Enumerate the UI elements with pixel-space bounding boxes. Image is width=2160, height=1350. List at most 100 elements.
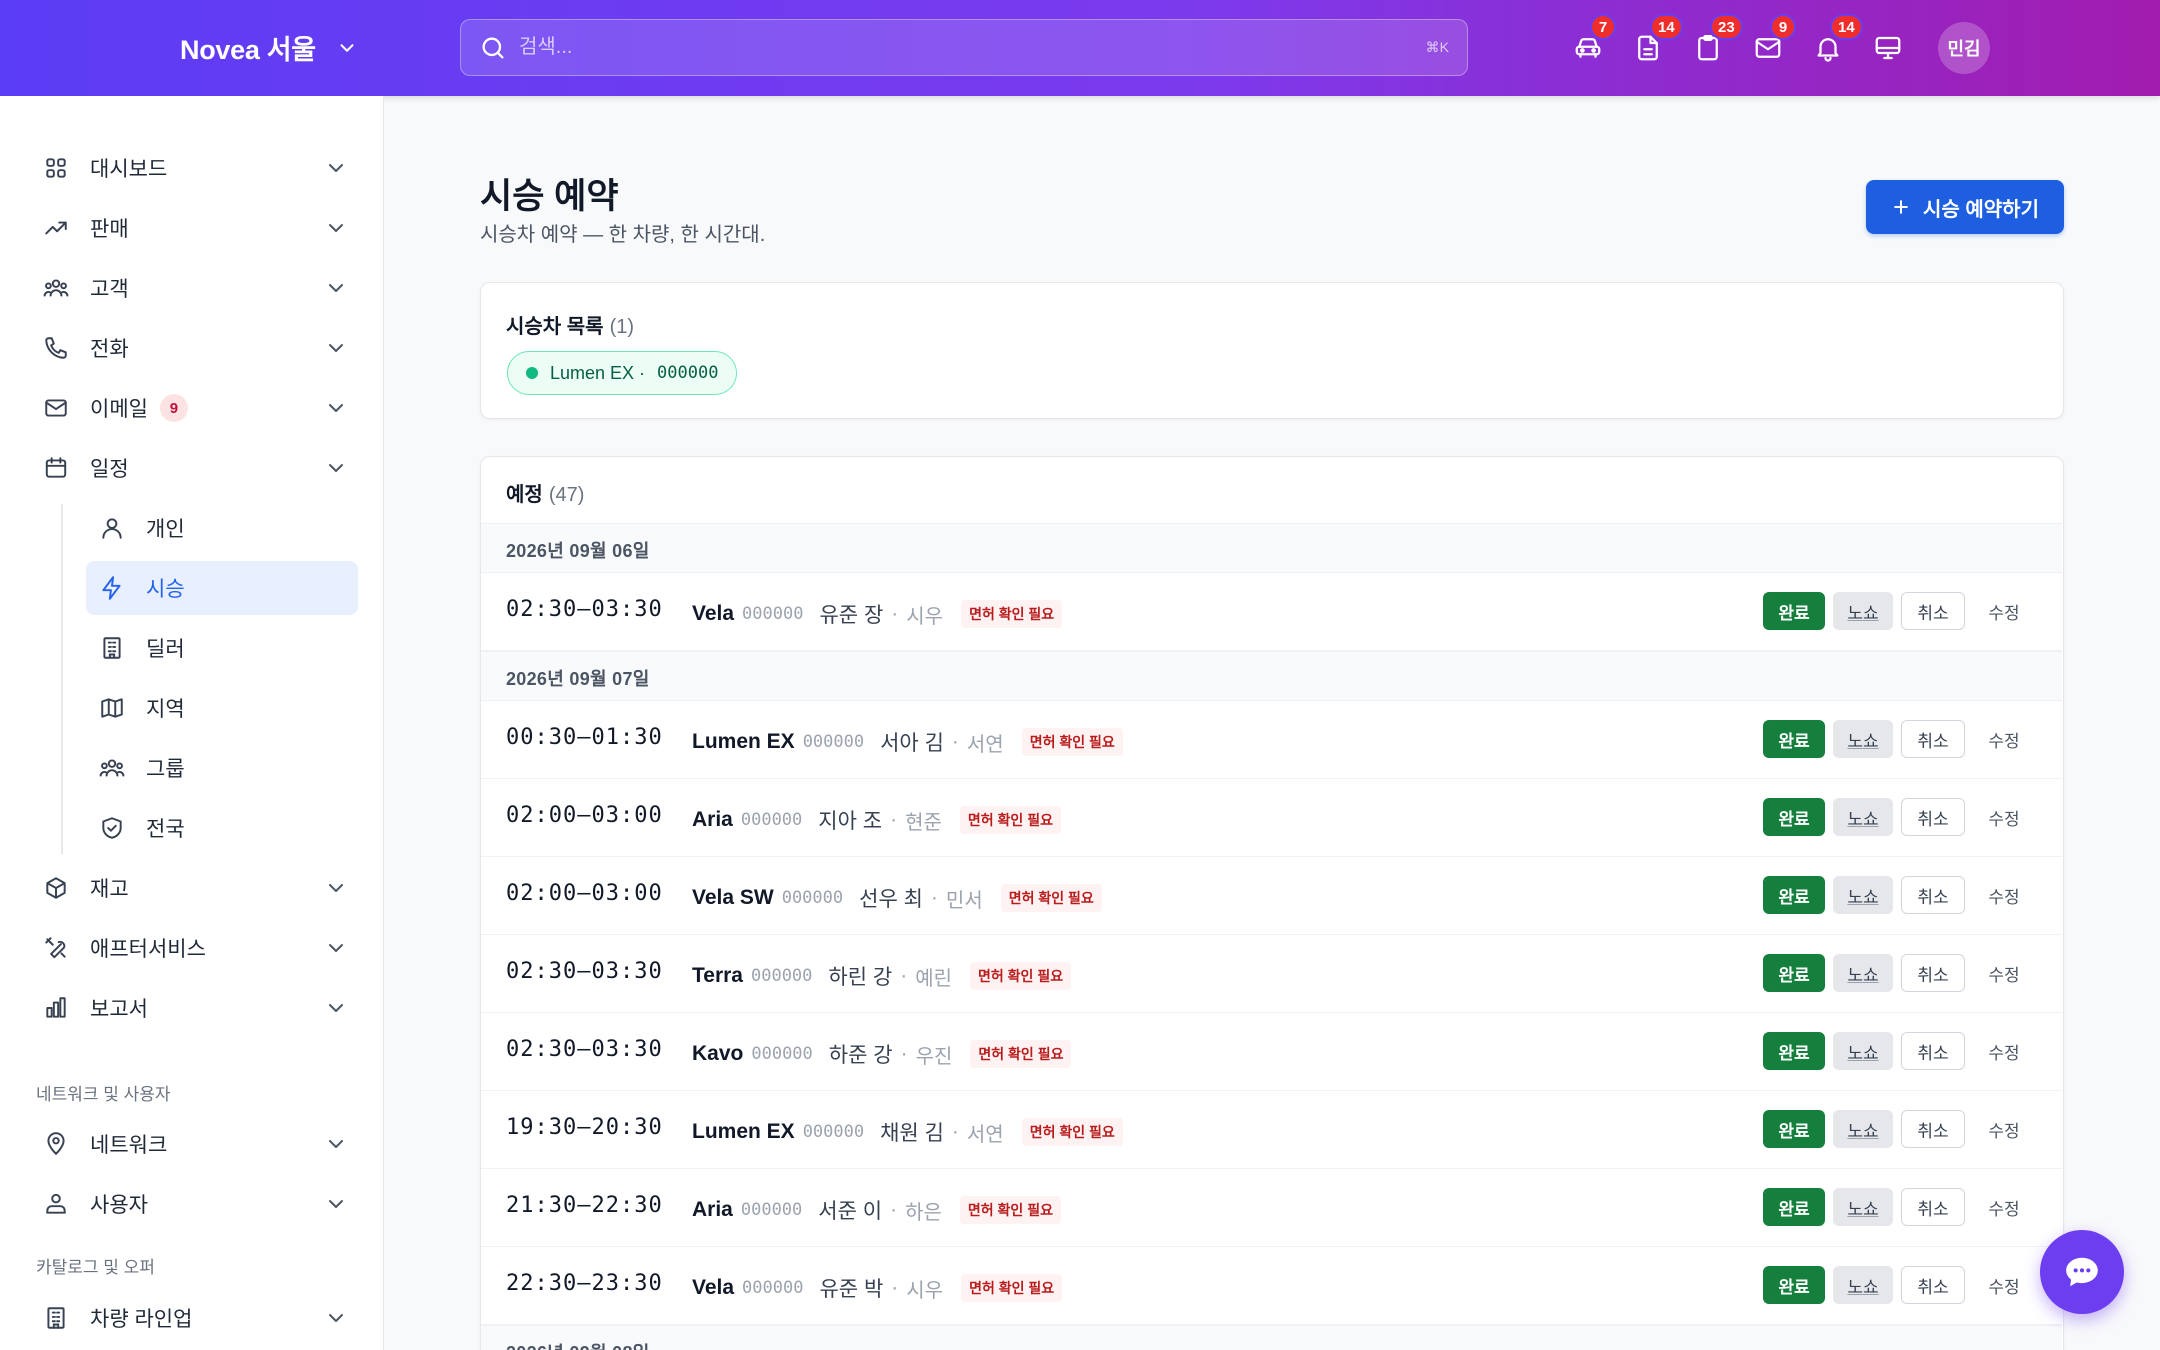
edit-button[interactable]: 수정	[1973, 1032, 2035, 1070]
sidebar-item-dashboard[interactable]: 대시보드	[30, 141, 360, 195]
customer-name: 선우 최	[859, 888, 923, 911]
search-input[interactable]	[519, 36, 1426, 59]
new-test-drive-button[interactable]: 시승 예약하기	[1866, 180, 2064, 234]
sidebar-item-national[interactable]: 전국	[86, 801, 358, 855]
cancel-button[interactable]: 취소	[1901, 720, 1965, 758]
sidebar-item-region[interactable]: 지역	[86, 681, 358, 735]
license-warning-badge: 면허 확인 필요	[1021, 728, 1123, 756]
vehicle-vin: 000000	[742, 1278, 804, 1298]
no-show-button[interactable]: 노쇼	[1833, 1110, 1893, 1148]
documents-button[interactable]: 14	[1630, 14, 1683, 68]
edit-button[interactable]: 수정	[1973, 1188, 2035, 1226]
sidebar-item-schedule[interactable]: 일정	[30, 441, 360, 495]
sidebar-item-customers[interactable]: 고객	[30, 261, 360, 315]
tasks-button[interactable]: 23	[1690, 14, 1743, 68]
sidebar-item-email[interactable]: 이메일 9	[30, 381, 360, 435]
booking-row: 02:30–03:30 Kavo 000000 하준 강 · 우진 면허 확인 …	[481, 1013, 2062, 1091]
sidebar-item-sales[interactable]: 판매	[30, 201, 360, 255]
booking-time: 19:30–20:30	[506, 1115, 663, 1140]
cancel-button[interactable]: 취소	[1901, 592, 1965, 630]
no-show-button[interactable]: 노쇼	[1833, 876, 1893, 914]
sidebar-item-inventory[interactable]: 재고	[30, 861, 360, 915]
avatar[interactable]: 민김	[1938, 22, 1990, 74]
customer-name: 서준 이	[818, 1200, 883, 1223]
unread-badge: 9	[159, 394, 188, 422]
user-group-icon	[42, 1190, 70, 1218]
box-icon	[42, 874, 70, 902]
edit-button[interactable]: 수정	[1973, 1266, 2035, 1304]
complete-button[interactable]: 완료	[1763, 1032, 1825, 1070]
chevron-down-icon	[324, 336, 348, 360]
vehicle-vin: 000000	[740, 1200, 803, 1220]
vehicles-button[interactable]: 7	[1570, 14, 1616, 68]
vehicle-model: Terra	[692, 964, 743, 987]
users-icon	[42, 274, 70, 302]
cancel-button[interactable]: 취소	[1901, 1110, 1965, 1148]
notification-badge: 7	[1590, 14, 1616, 40]
vehicle-vin: 000000	[751, 1044, 813, 1064]
separator: ·	[930, 886, 938, 909]
edit-button[interactable]: 수정	[1973, 954, 2035, 992]
sidebar-item-users[interactable]: 사용자	[30, 1177, 360, 1231]
complete-button[interactable]: 완료	[1763, 876, 1825, 914]
edit-button[interactable]: 수정	[1973, 720, 2035, 758]
dealer-switcher[interactable]: Novea 서울	[180, 28, 358, 67]
vehicle-vin: 000000	[802, 732, 865, 752]
sidebar-item-dealer[interactable]: 딜러	[86, 621, 358, 675]
chevron-down-icon	[324, 936, 348, 960]
complete-button[interactable]: 완료	[1763, 592, 1825, 630]
cancel-button[interactable]: 취소	[1901, 954, 1965, 992]
complete-button[interactable]: 완료	[1763, 798, 1825, 836]
display-button[interactable]	[1870, 28, 1906, 68]
edit-button[interactable]: 수정	[1973, 876, 2035, 914]
no-show-button[interactable]: 노쇼	[1833, 1266, 1893, 1304]
sidebar-item-label: 전화	[90, 338, 129, 361]
edit-button[interactable]: 수정	[1973, 592, 2035, 630]
complete-button[interactable]: 완료	[1763, 1188, 1825, 1226]
cancel-button[interactable]: 취소	[1901, 798, 1965, 836]
complete-button[interactable]: 완료	[1763, 1110, 1825, 1148]
no-show-button[interactable]: 노쇼	[1833, 1032, 1893, 1070]
search-bar[interactable]: ⌘K	[460, 19, 1468, 76]
sidebar-item-label: 딜러	[146, 638, 185, 661]
notifications-button[interactable]: 14	[1810, 14, 1863, 68]
sidebar-item-label: 고객	[90, 278, 129, 301]
cancel-button[interactable]: 취소	[1901, 1032, 1965, 1070]
cancel-button[interactable]: 취소	[1901, 1188, 1965, 1226]
chevron-down-icon	[324, 876, 348, 900]
no-show-button[interactable]: 노쇼	[1833, 798, 1893, 836]
notification-badge: 9	[1770, 14, 1796, 40]
edit-button[interactable]: 수정	[1973, 798, 2035, 836]
vehicle-model: Aria	[692, 1198, 733, 1221]
booking-row: 02:30–03:30 Vela 000000 유준 장 · 시우 면허 확인 …	[481, 573, 2062, 651]
sidebar-item-personal[interactable]: 개인	[86, 501, 358, 555]
sidebar-item-lineup[interactable]: 차량 라인업	[30, 1291, 360, 1345]
chat-button[interactable]	[2040, 1230, 2124, 1314]
notification-badge: 14	[1830, 14, 1863, 40]
sidebar-item-reports[interactable]: 보고서	[30, 981, 360, 1035]
cancel-button[interactable]: 취소	[1901, 1266, 1965, 1304]
sales-agent: 서연	[966, 1123, 1004, 1146]
sidebar-item-calls[interactable]: 전화	[30, 321, 360, 375]
mail-button[interactable]: 9	[1750, 14, 1796, 68]
sidebar-item-after-service[interactable]: 애프터서비스	[30, 921, 360, 975]
vehicle-chip[interactable]: Lumen EX · 000000	[507, 351, 738, 395]
vehicle-model: Aria	[692, 808, 733, 831]
date-group-header: 2026년 09월 07일	[481, 651, 2062, 701]
edit-button[interactable]: 수정	[1973, 1110, 2035, 1148]
sidebar-item-group[interactable]: 그룹	[86, 741, 358, 795]
booking-row: 02:00–03:00 Aria 000000 지아 조 · 현준 면허 확인 …	[481, 779, 2062, 857]
customer-name: 채원 김	[880, 1122, 944, 1145]
complete-button[interactable]: 완료	[1763, 954, 1825, 992]
location-pin-icon	[42, 1130, 70, 1158]
no-show-button[interactable]: 노쇼	[1833, 592, 1893, 630]
separator: ·	[900, 964, 908, 987]
no-show-button[interactable]: 노쇼	[1833, 720, 1893, 758]
complete-button[interactable]: 완료	[1763, 720, 1825, 758]
no-show-button[interactable]: 노쇼	[1833, 954, 1893, 992]
cancel-button[interactable]: 취소	[1901, 876, 1965, 914]
sidebar-item-test-drive[interactable]: 시승	[86, 561, 358, 615]
sidebar-item-network[interactable]: 네트워크	[30, 1117, 360, 1171]
complete-button[interactable]: 완료	[1763, 1266, 1825, 1304]
no-show-button[interactable]: 노쇼	[1833, 1188, 1893, 1226]
